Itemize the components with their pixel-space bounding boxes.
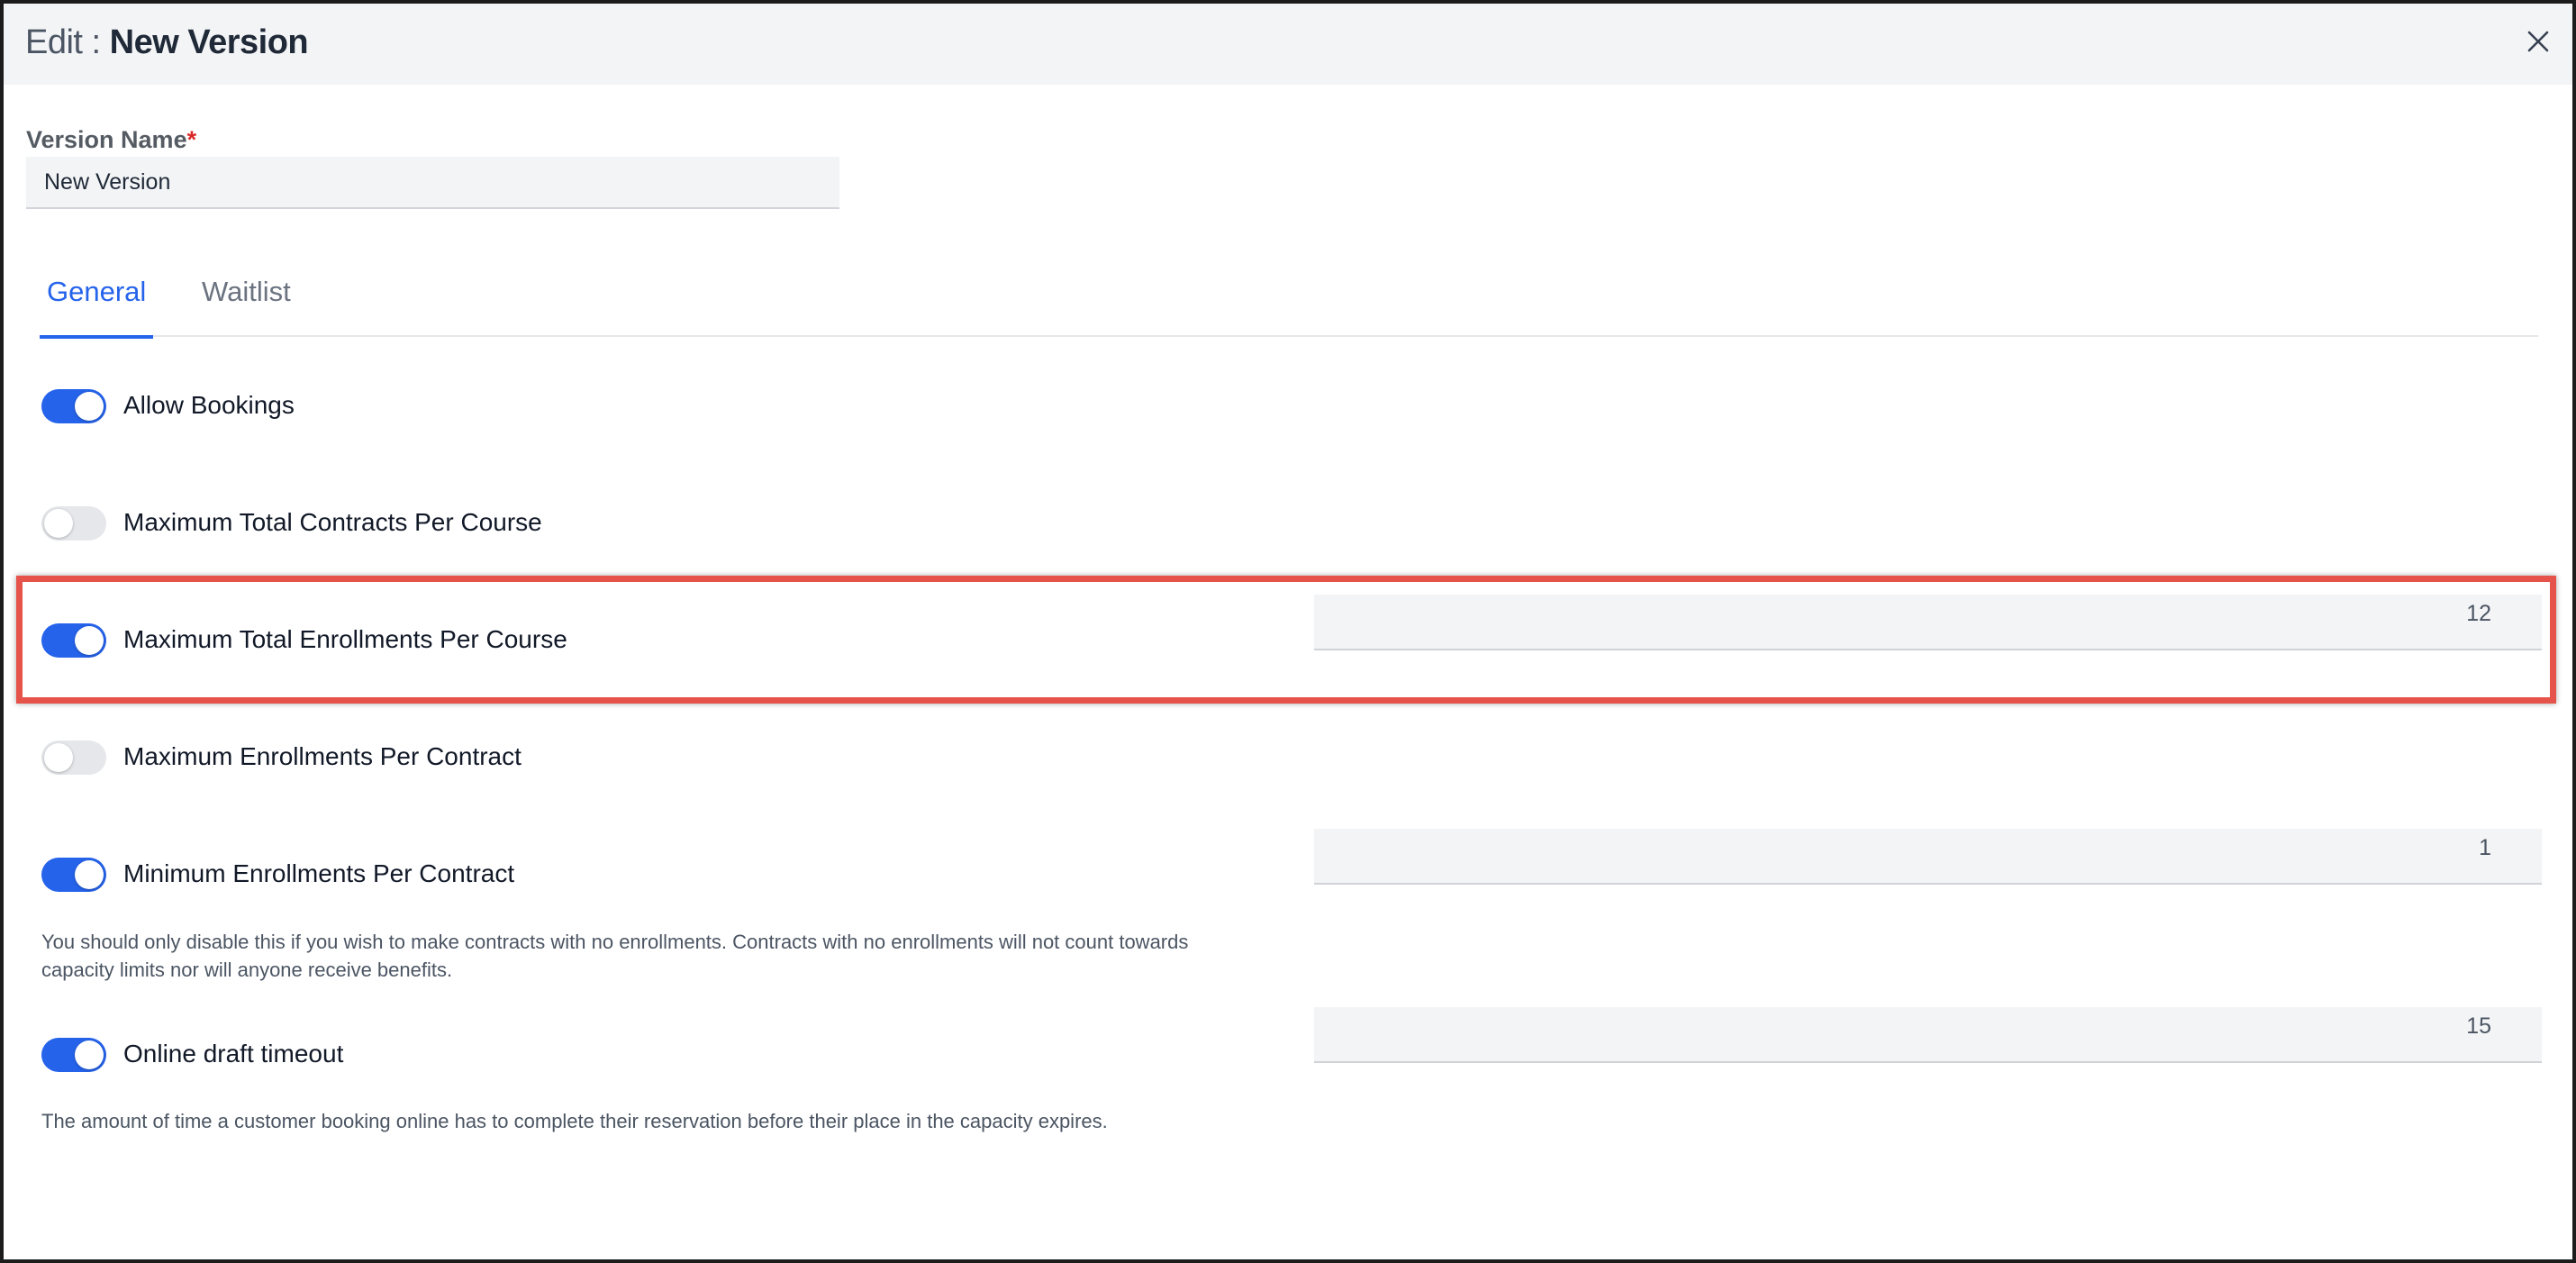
version-name-label-text: Version Name — [26, 126, 187, 153]
max-enrollments-per-course-input[interactable] — [1314, 595, 2542, 650]
online-draft-timeout-toggle[interactable] — [41, 1038, 106, 1072]
title-version-name: New Version — [109, 23, 309, 61]
close-icon — [2527, 31, 2549, 52]
allow-bookings-label: Allow Bookings — [123, 391, 295, 419]
help-line: capacity limits nor will anyone receive … — [41, 959, 453, 981]
toggle-knob — [75, 1040, 104, 1069]
toggle-knob — [75, 626, 104, 655]
dialog-title: Edit : New Version — [25, 22, 309, 63]
max-enrollments-per-course-label: Maximum Total Enrollments Per Course — [123, 625, 567, 653]
online-draft-timeout-input[interactable] — [1314, 1007, 2542, 1063]
min-enrollments-per-contract-label: Minimum Enrollments Per Contract — [123, 859, 515, 887]
toggle-knob — [44, 509, 73, 538]
max-contracts-per-course-toggle[interactable] — [41, 506, 106, 541]
online-draft-timeout-label: Online draft timeout — [123, 1040, 344, 1068]
version-name-label: Version Name* — [26, 126, 196, 154]
tab-bar: General Waitlist — [39, 261, 2538, 339]
edit-version-dialog: Edit : New Version Version Name* General… — [0, 0, 2576, 1263]
tab-waitlist[interactable]: Waitlist — [202, 274, 291, 337]
version-name-input[interactable] — [26, 157, 839, 209]
max-contracts-per-course-label: Maximum Total Contracts Per Course — [123, 508, 542, 536]
min-enrollments-per-contract-input[interactable] — [1314, 829, 2542, 885]
tab-general[interactable]: General — [39, 274, 154, 339]
online-draft-timeout-help-text: The amount of time a customer booking on… — [41, 1110, 1108, 1132]
allow-bookings-toggle[interactable] — [41, 389, 106, 423]
min-enrollments-per-contract-toggle[interactable] — [41, 858, 106, 892]
max-enrollments-per-contract-label: Maximum Enrollments Per Contract — [123, 742, 522, 770]
title-prefix: Edit : — [25, 23, 110, 61]
required-marker: * — [186, 126, 197, 153]
max-enrollments-per-contract-toggle[interactable] — [41, 741, 106, 775]
close-button[interactable] — [2520, 23, 2556, 59]
dialog-header: Edit : New Version — [4, 4, 2572, 85]
help-line: You should only disable this if you wish… — [41, 931, 1189, 953]
toggle-knob — [44, 743, 73, 772]
max-enrollments-per-course-toggle[interactable] — [41, 623, 106, 658]
toggle-knob — [75, 392, 104, 421]
toggle-knob — [75, 860, 104, 889]
min-enrollments-help-text: You should only disable this if you wish… — [41, 928, 1188, 984]
